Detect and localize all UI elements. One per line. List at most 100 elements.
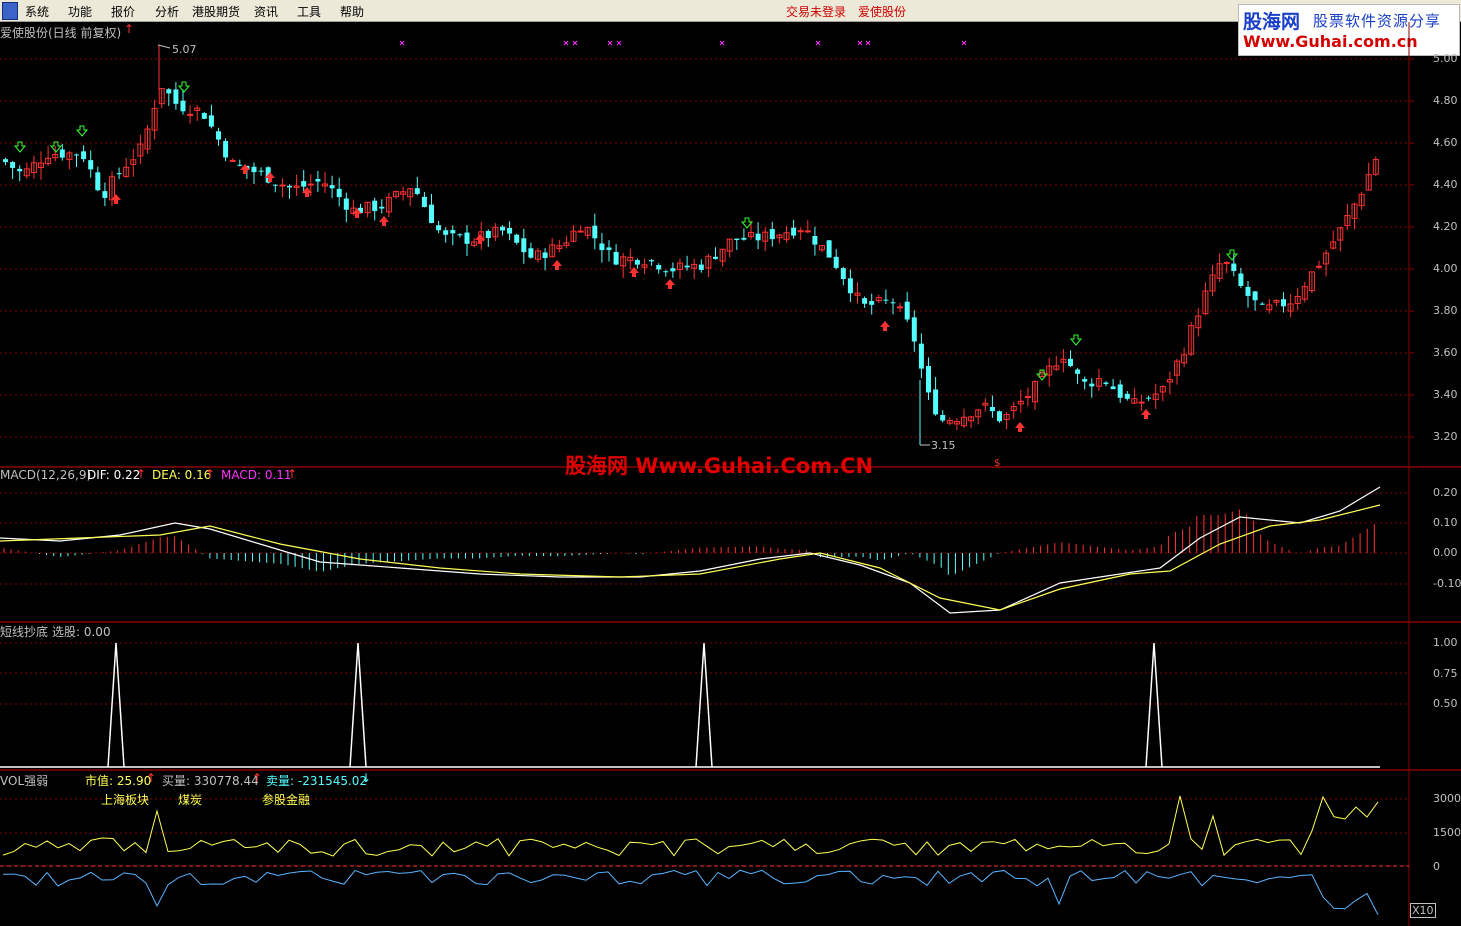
- candle-body: [1110, 386, 1116, 390]
- menu-system[interactable]: 系统: [25, 3, 49, 20]
- candle-body: [847, 278, 853, 294]
- candle-body: [933, 389, 939, 415]
- event-marker-icon: [961, 40, 967, 46]
- menu-hk-futures[interactable]: 港股期货: [192, 3, 240, 20]
- price-axis-label: 4.60: [1433, 136, 1458, 149]
- candle-body: [663, 271, 669, 273]
- candle-body: [577, 230, 584, 233]
- trade-login-status[interactable]: 交易未登录: [786, 3, 846, 20]
- candle-body: [3, 159, 8, 163]
- vol-indicator-name[interactable]: VOL强弱: [0, 772, 48, 789]
- candle-body: [514, 234, 520, 243]
- candle-body: [926, 366, 931, 393]
- menu-help[interactable]: 帮助: [340, 3, 364, 20]
- candle-body: [237, 164, 243, 166]
- candle-body: [1089, 383, 1095, 387]
- buy-arrow-icon: [880, 321, 890, 331]
- candle-body: [464, 232, 470, 244]
- signal-axis-label: 1.00: [1433, 636, 1458, 649]
- candle-body: [918, 343, 924, 369]
- candle-body: [1245, 286, 1251, 296]
- menu-tools[interactable]: 工具: [297, 3, 321, 20]
- vol-axis-label: 15000: [1433, 826, 1461, 839]
- app-logo-icon[interactable]: [2, 2, 18, 20]
- candle-body: [521, 238, 527, 253]
- candle-body: [734, 238, 740, 241]
- candle-body: [613, 251, 619, 265]
- high-price-label: 5.07: [172, 43, 197, 56]
- candle-body: [634, 259, 640, 265]
- candle-body: [315, 178, 321, 182]
- candle-body: [656, 265, 662, 270]
- candle-body: [989, 406, 995, 412]
- dividend-icon: $: [994, 458, 1000, 469]
- candle-body: [500, 226, 505, 231]
- candle-body: [890, 302, 896, 304]
- signal-spike: [107, 642, 125, 768]
- candle-body: [1259, 303, 1265, 305]
- arrow-up-icon: ↑: [124, 22, 135, 36]
- candle-body: [1075, 369, 1081, 374]
- macd-axis-label: 0.20: [1433, 486, 1458, 499]
- price-axis-label: 3.60: [1433, 346, 1458, 359]
- candle-body: [791, 227, 797, 236]
- candle-body: [429, 204, 434, 223]
- candle-body: [1082, 379, 1088, 382]
- vol-axis-label: 30000: [1433, 792, 1461, 805]
- candle-body: [592, 225, 598, 239]
- candle-body: [804, 230, 811, 233]
- sell-arrow-icon: [1225, 249, 1239, 261]
- menu-analysis[interactable]: 分析: [155, 3, 179, 20]
- event-marker-icon: [719, 40, 725, 46]
- sector-tag[interactable]: 上海板块: [101, 791, 149, 808]
- candle-body: [59, 149, 65, 158]
- candle-body: [869, 301, 875, 305]
- candle-body: [187, 113, 194, 116]
- macd-axis-label: 0.10: [1433, 516, 1458, 529]
- candle-body: [443, 230, 449, 235]
- candle-body: [88, 160, 94, 170]
- candle-body: [414, 188, 420, 194]
- dea-line: [0, 504, 1381, 611]
- candle-body: [833, 256, 839, 268]
- candle-body: [1103, 382, 1109, 384]
- macd-axis-label: 0.00: [1433, 546, 1458, 559]
- event-marker-icon: [607, 40, 613, 46]
- arrow-up-icon: ↑: [136, 467, 147, 481]
- event-marker-icon: [399, 40, 405, 46]
- candle-body: [17, 168, 23, 172]
- menu-quote[interactable]: 报价: [111, 3, 135, 20]
- macd-indicator-name[interactable]: MACD(12,26,9): [0, 468, 91, 482]
- signal-axis-label: 0.75: [1433, 667, 1458, 680]
- buy-arrow-icon: [1015, 422, 1025, 432]
- candle-body: [301, 181, 307, 187]
- candle-body: [1117, 384, 1123, 398]
- menu-info[interactable]: 资讯: [254, 3, 278, 20]
- candle-body: [1146, 397, 1152, 399]
- price-axis-label: 5.00: [1433, 52, 1458, 65]
- candle-body: [343, 198, 349, 210]
- candle-body: [450, 230, 456, 234]
- vol-axis-label: 0: [1433, 860, 1440, 873]
- candle-body: [379, 206, 385, 209]
- signal-indicator-name[interactable]: 短线抄底: [0, 623, 48, 640]
- candle-body: [223, 141, 229, 158]
- menu-function[interactable]: 功能: [68, 3, 92, 20]
- candle-body: [670, 268, 676, 272]
- buy-volume: 买量: 330778.44: [162, 774, 259, 788]
- sector-tag[interactable]: 煤炭: [178, 791, 202, 808]
- macd-dea-value: DEA: 0.16: [152, 468, 212, 482]
- main-panel-title: 爱使股份(日线 前复权): [0, 26, 122, 40]
- sell-arrow-icon: [1069, 334, 1083, 346]
- candle-body: [1223, 262, 1230, 265]
- buy-volume-line: [2, 795, 1379, 857]
- macd-dif-value: DIF: 0.22: [87, 468, 141, 482]
- arrow-up-icon: ↑: [252, 771, 263, 785]
- candle-body: [911, 317, 917, 342]
- candle-body: [272, 184, 278, 186]
- dif-line: [0, 486, 1381, 614]
- candle-body: [201, 113, 207, 119]
- event-marker-icon: [815, 40, 821, 46]
- sector-tag[interactable]: 参股金融: [262, 791, 310, 808]
- candle-body: [606, 247, 612, 250]
